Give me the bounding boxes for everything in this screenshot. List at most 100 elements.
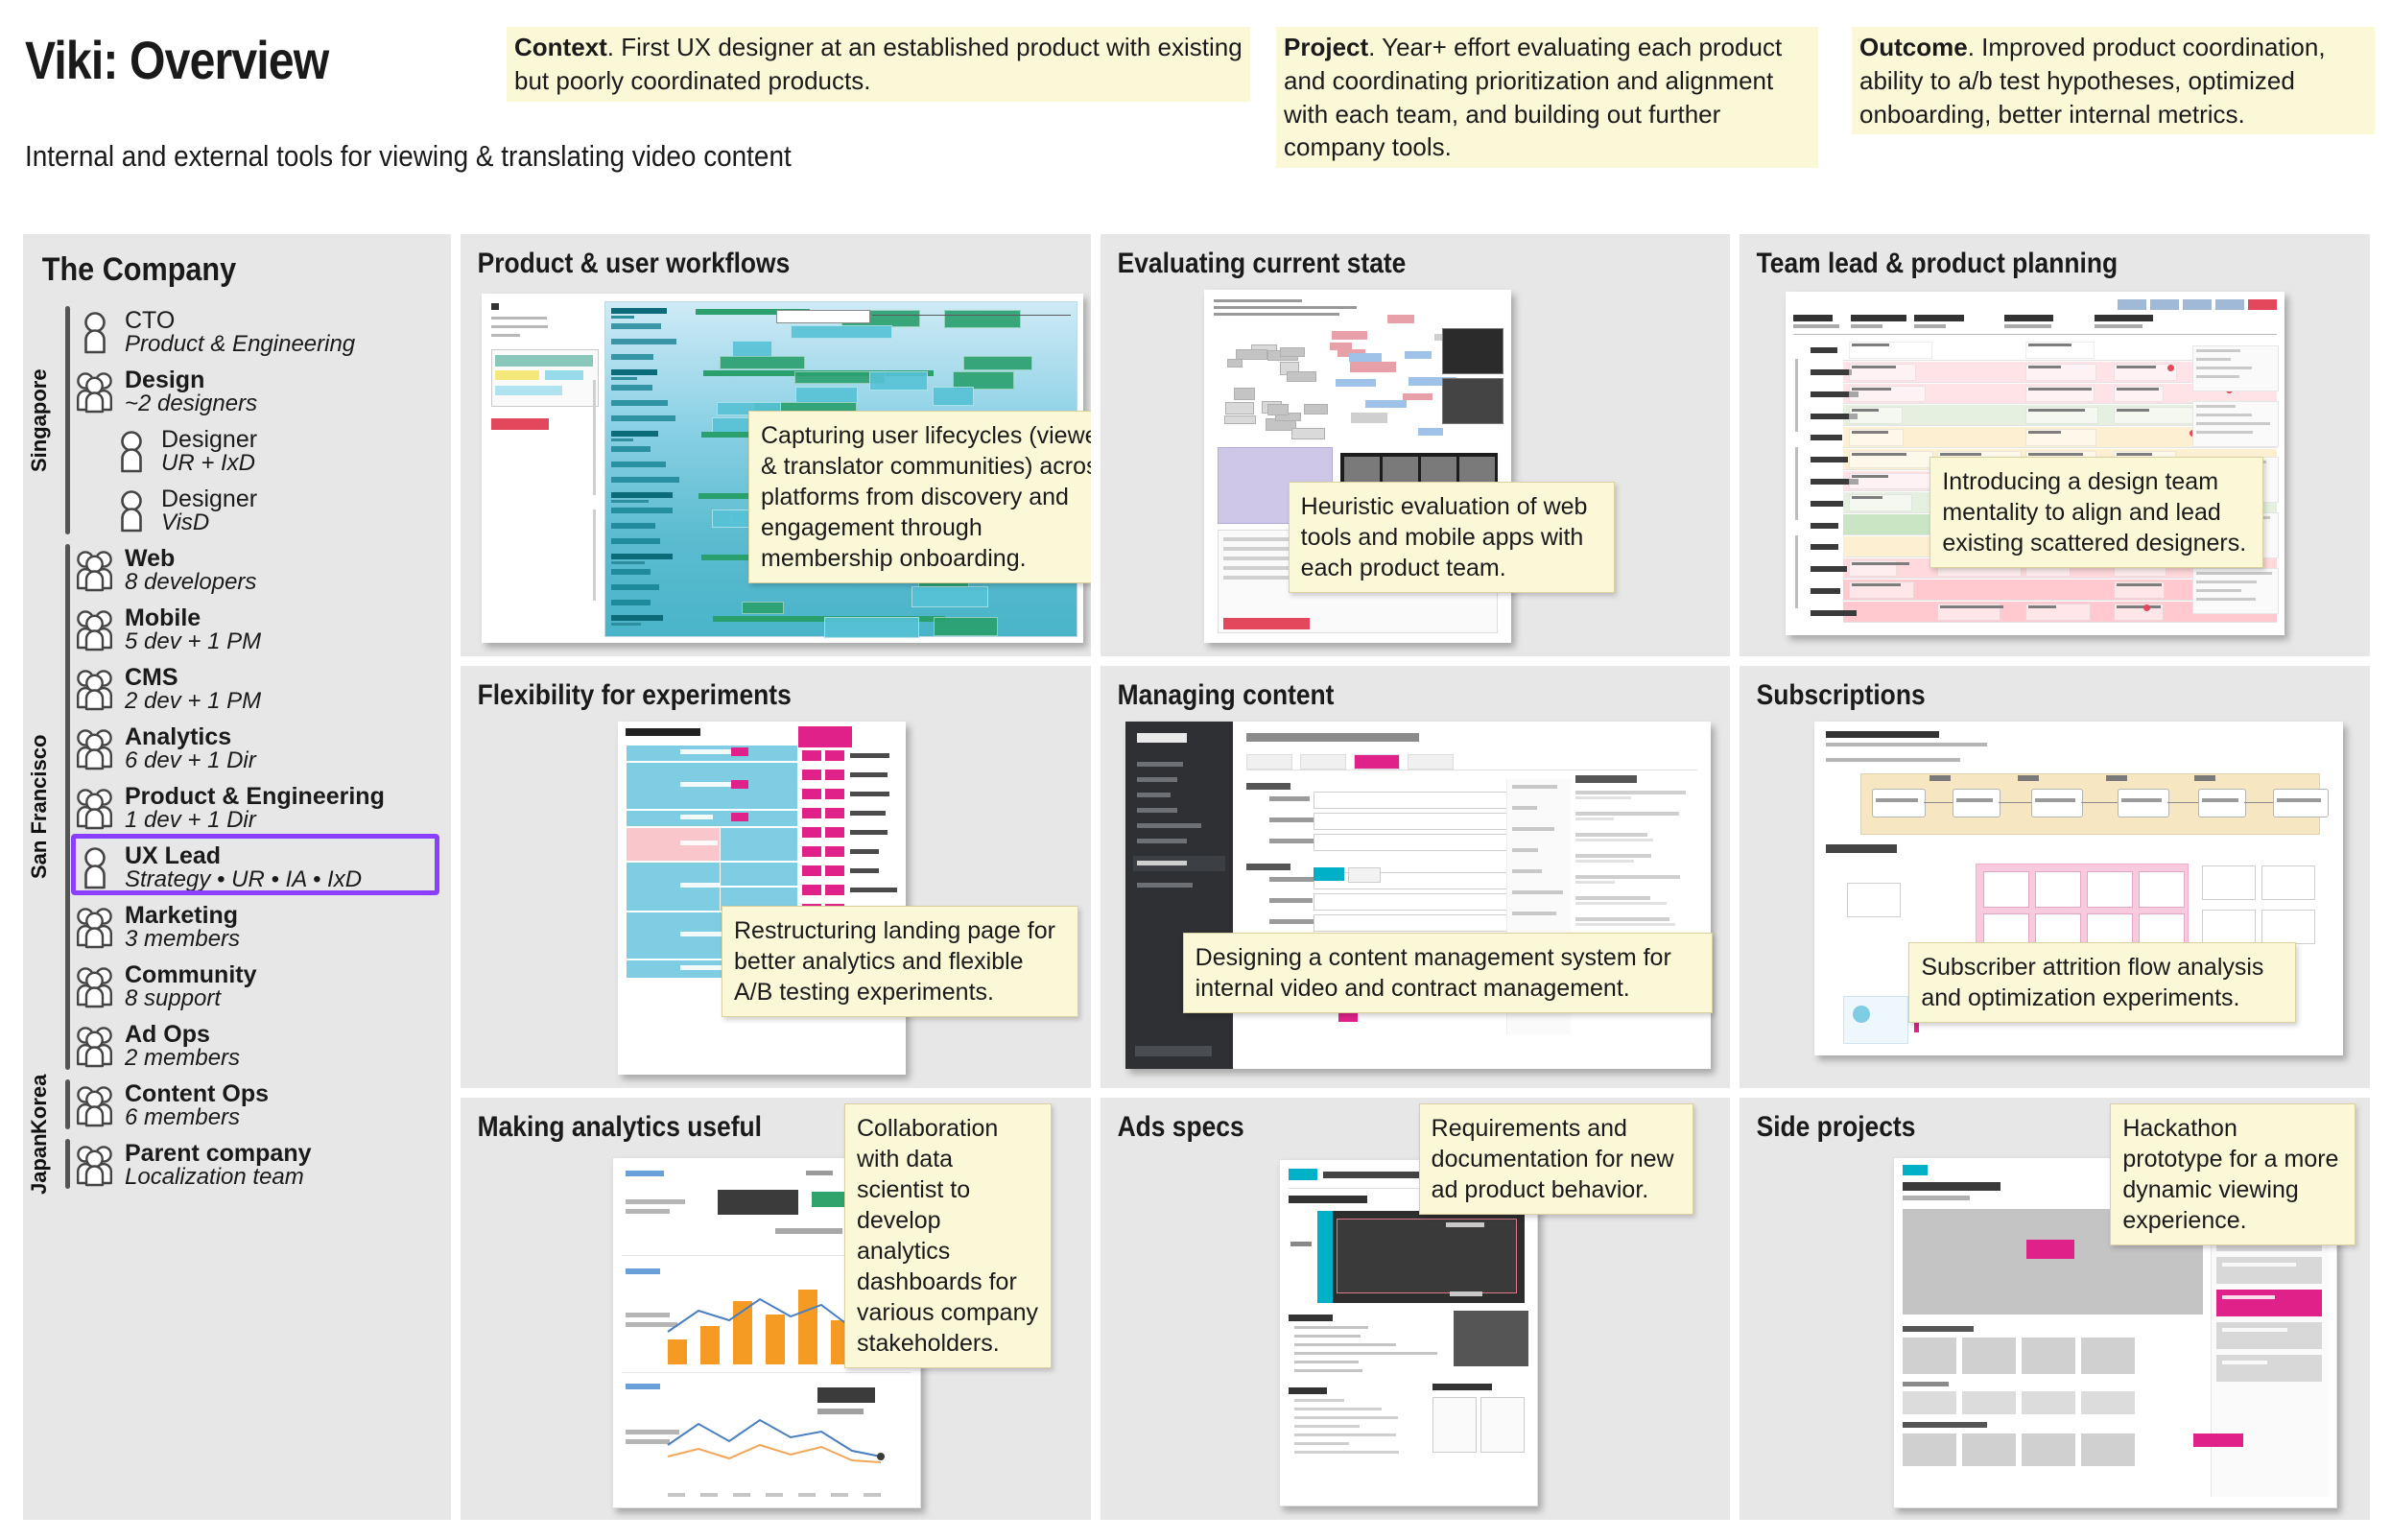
tag-chip	[2183, 299, 2212, 310]
org-person-role: 5 dev + 1 PM	[125, 630, 261, 654]
card-subscriptions[interactable]: Subscriptions Subscriber attrition flow …	[1740, 666, 2370, 1088]
row-label	[1811, 566, 1846, 572]
country-card	[2022, 1433, 2075, 1466]
org-person-ad-ops[interactable]: Ad Ops 2 members	[73, 1016, 451, 1076]
lane-label	[611, 339, 676, 344]
org-person-community[interactable]: Community 8 support	[73, 957, 451, 1016]
flow-pct	[2106, 775, 2127, 781]
x-tick	[733, 1493, 750, 1497]
sub-node	[2261, 910, 2315, 944]
app-logo	[1137, 733, 1187, 743]
field-input	[1314, 834, 1517, 851]
rank-label	[850, 888, 897, 892]
org-person-role: 2 members	[125, 1047, 240, 1071]
org-person-name: Designer	[161, 486, 257, 511]
sidebar-footer	[1135, 1046, 1212, 1056]
thumbnail-flexibility[interactable]	[618, 722, 906, 1075]
org-person-designer[interactable]: Designer VisD	[109, 481, 451, 540]
section-label	[1903, 1422, 1987, 1428]
field-input	[1314, 813, 1517, 830]
card-evaluating-current-state[interactable]: Evaluating current state Heuristic evalu…	[1101, 234, 1731, 656]
org-person-text: Ad Ops 2 members	[125, 1022, 240, 1071]
eval-chip	[1405, 351, 1432, 359]
sub-node	[2261, 865, 2315, 900]
org-person-cms[interactable]: CMS 2 dev + 1 PM	[73, 659, 451, 719]
rank-pct	[802, 885, 821, 895]
rank-pct	[802, 865, 821, 876]
board: The Company CTO Product & Engineering Desi…	[23, 234, 2370, 1520]
org-person-analytics[interactable]: Analytics 6 dev + 1 Dir	[73, 719, 451, 778]
x-tick	[798, 1493, 816, 1497]
org-person-product-engineering[interactable]: Product & Engineering 1 dev + 1 Dir	[73, 778, 451, 838]
card-title: Product & user workflows	[461, 234, 1015, 280]
flow-node	[1953, 789, 2000, 817]
sub-node	[1847, 883, 1901, 917]
callout-project-label: Project	[1284, 33, 1368, 61]
org-person-name: Content Ops	[125, 1081, 269, 1106]
pct-badge	[731, 813, 748, 821]
org-person-parent-company[interactable]: Parent company Localization team	[73, 1135, 451, 1195]
sub-node	[2139, 871, 2185, 908]
org-person-name: Parent company	[125, 1141, 312, 1166]
flow-node	[824, 617, 919, 638]
flow-arrow	[1924, 802, 1953, 803]
subsection-title	[1432, 1384, 1492, 1390]
lane-label	[611, 615, 663, 621]
card-managing-content[interactable]: Managing content Designing a content man…	[1101, 666, 1731, 1088]
section-label	[1826, 844, 1897, 853]
page-subtitle: Internal and external tools for viewing …	[25, 139, 792, 174]
org-person-mobile[interactable]: Mobile 5 dev + 1 PM	[73, 600, 451, 659]
content-tab	[1246, 754, 1292, 770]
callout-outcome: Outcome. Improved product coordination, …	[1852, 27, 2375, 134]
org-person-role: 6 dev + 1 Dir	[125, 749, 256, 773]
org-person-web[interactable]: Web 8 developers	[73, 540, 451, 600]
brand-logo	[1903, 1165, 1928, 1175]
rank-pct	[802, 827, 821, 838]
org-chart: CTO Product & Engineering Design ~2 designe…	[23, 302, 451, 1195]
region-rail-san-francisco	[65, 544, 70, 1070]
nav-item	[1137, 808, 1177, 813]
cards-grid: Product & user workflows Capturing user …	[461, 234, 2370, 1520]
form-section-label	[1246, 864, 1290, 870]
thumbnail-cms[interactable]	[1125, 722, 1712, 1069]
org-person-name: Web	[125, 546, 256, 571]
example-image	[1454, 1311, 1528, 1366]
brand-mark	[491, 303, 499, 310]
card-making-analytics-useful[interactable]: Making analytics useful Collaboration wi…	[461, 1098, 1091, 1520]
page-header: Viki: Overview Internal and external too…	[0, 0, 2391, 223]
group-icon	[73, 905, 117, 949]
person-icon	[73, 845, 117, 889]
card-title: Team lead & product planning	[1740, 234, 2294, 280]
lane-label	[611, 523, 655, 529]
tag-chip	[2248, 299, 2277, 310]
card-flexibility-for-experiments[interactable]: Flexibility for experiments Restructurin…	[461, 666, 1091, 1088]
org-person-design[interactable]: Design ~2 designers	[73, 362, 451, 421]
pct-badge	[731, 747, 748, 756]
org-person-content-ops[interactable]: Content Ops 6 members	[73, 1076, 451, 1135]
card-product-user-workflows[interactable]: Product & user workflows Capturing user …	[461, 234, 1091, 656]
eval-chip	[1365, 400, 1407, 408]
card-team-lead-product-planning[interactable]: Team lead & product planning Introducing…	[1740, 234, 2370, 656]
group-icon	[73, 1083, 117, 1127]
slide-page: Viki: Overview Internal and external too…	[0, 0, 2391, 1540]
group-icon	[73, 964, 117, 1008]
org-person-marketing[interactable]: Marketing 3 members	[73, 897, 451, 957]
panel-item	[2216, 1355, 2322, 1382]
card-note: Capturing user lifecycles (viewer & tran…	[748, 411, 1091, 583]
region-rail-korea	[65, 1079, 70, 1129]
org-person-cto[interactable]: CTO Product & Engineering	[73, 302, 451, 362]
org-person-designer[interactable]: Designer UR + IxD	[109, 421, 451, 481]
org-person-name: Community	[125, 962, 257, 987]
x-tick	[668, 1493, 685, 1497]
wire-node	[1236, 349, 1267, 360]
org-person-role: 3 members	[125, 928, 240, 952]
flow-pct	[1929, 775, 1951, 781]
cta-badge	[2026, 1240, 2074, 1259]
org-person-ux-lead[interactable]: UX Lead Strategy • UR • IA • IxD	[73, 838, 451, 897]
card-ads-specs[interactable]: Ads specs Requirements and documentation…	[1101, 1098, 1731, 1520]
flow-node	[933, 387, 974, 406]
person-icon	[109, 429, 154, 473]
card-side-projects[interactable]: Side projects Hackathon prototype for a …	[1740, 1098, 2370, 1520]
card-note: Restructuring landing page for better an…	[722, 906, 1078, 1017]
bullet-line	[1294, 1335, 1361, 1338]
